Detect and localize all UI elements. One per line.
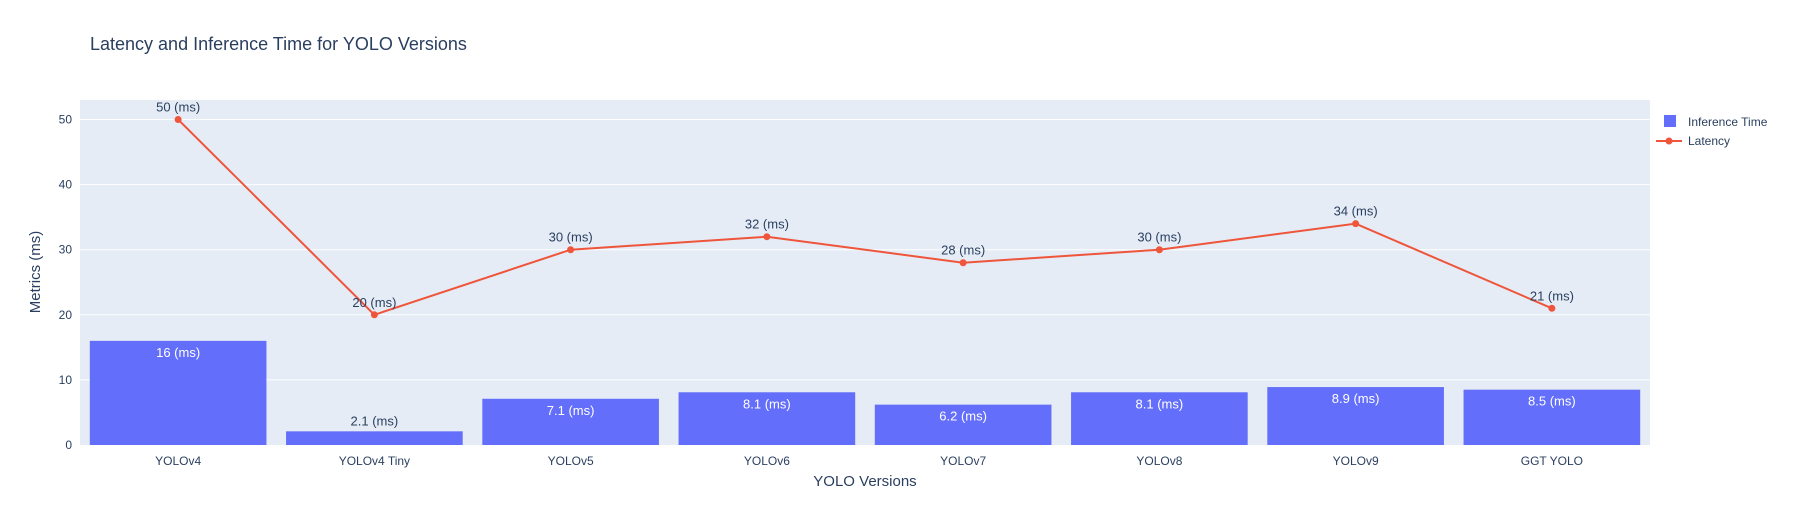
latency-data-label: 50 (ms) [156,100,200,115]
x-tick-label: YOLOv4 Tiny [339,454,410,468]
legend-marker-latency [1665,137,1673,145]
chart-title: Latency and Inference Time for YOLO Vers… [90,34,467,54]
x-tick-label: YOLOv5 [548,454,594,468]
latency-data-label: 32 (ms) [745,217,789,232]
latency-point [1155,246,1163,254]
latency-data-label: 21 (ms) [1530,288,1574,303]
y-tick-label: 20 [59,308,73,322]
latency-data-label: 28 (ms) [941,243,985,258]
legend-swatch-inference-time [1664,115,1676,127]
bar-data-label: 8.1 (ms) [743,396,791,411]
legend: Inference Time Latency [1656,115,1768,148]
latency-point [1548,304,1556,312]
bar-data-label: 2.1 (ms) [351,413,399,428]
y-tick-label: 10 [59,373,73,387]
bar-data-label: 16 (ms) [156,345,200,360]
legend-label-inference-time: Inference Time [1688,115,1768,129]
bar-data-label: 8.1 (ms) [1136,396,1184,411]
bar-data-label: 7.1 (ms) [547,403,595,418]
y-tick-label: 30 [59,243,73,257]
x-tick-label: YOLOv4 [155,454,201,468]
latency-point [567,246,575,254]
latency-point [174,116,182,124]
y-tick-label: 0 [65,438,72,452]
legend-label-latency: Latency [1688,134,1730,148]
latency-point [370,311,378,319]
chart-svg: Latency and Inference Time for YOLO Vers… [27,34,1768,490]
bar [286,431,463,445]
x-tick-label: YOLOv8 [1136,454,1182,468]
x-axis-title: YOLO Versions [813,473,916,490]
bar-data-label: 8.5 (ms) [1528,394,1576,409]
latency-data-label: 34 (ms) [1334,204,1378,219]
bar-data-label: 8.9 (ms) [1332,391,1380,406]
latency-data-label: 30 (ms) [1137,230,1181,245]
latency-point [763,233,771,241]
x-tick-label: YOLOv7 [940,454,986,468]
x-tick-label: YOLOv6 [744,454,790,468]
y-axis-title: Metrics (ms) [27,231,44,314]
bar-data-label: 6.2 (ms) [939,409,987,424]
chart-container: Latency and Inference Time for YOLO Vers… [0,0,1798,525]
y-tick-label: 50 [59,113,73,127]
latency-data-label: 30 (ms) [549,230,593,245]
latency-point [959,259,967,267]
y-tick-label: 40 [59,178,73,192]
latency-data-label: 20 (ms) [352,295,396,310]
x-tick-label: YOLOv9 [1333,454,1379,468]
x-tick-label: GGT YOLO [1521,454,1583,468]
latency-point [1352,220,1360,228]
